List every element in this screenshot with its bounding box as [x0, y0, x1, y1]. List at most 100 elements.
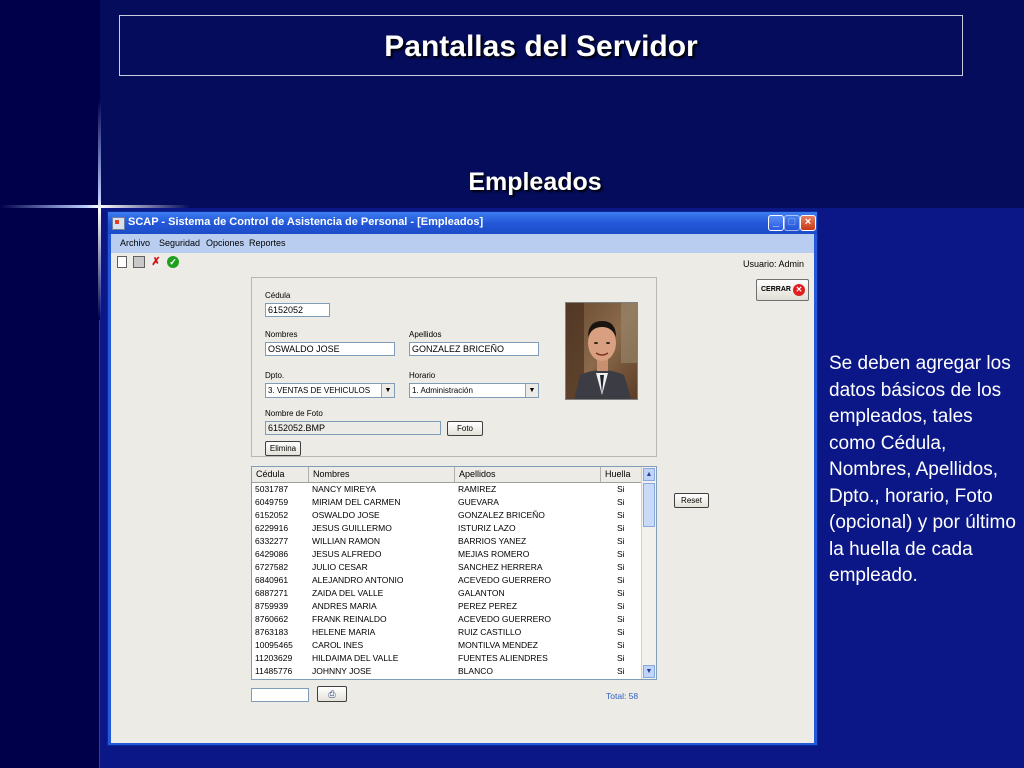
- slide-title-box: Pantallas del Servidor: [119, 15, 963, 76]
- cell-nombres: NANCY MIREYA: [312, 484, 376, 494]
- table-row[interactable]: 8763183 HELENE MARIA RUIZ CASTILLO Si: [252, 626, 643, 639]
- scroll-up-icon[interactable]: ▲: [643, 468, 655, 481]
- app-icon: [112, 217, 125, 230]
- cell-apellidos: GONZALEZ BRICEÑO: [458, 510, 545, 520]
- cell-cedula: 6887271: [255, 588, 289, 598]
- current-user: Usuario: Admin: [742, 259, 804, 269]
- background-left: [0, 0, 100, 768]
- foto-label: Nombre de Foto: [265, 409, 323, 418]
- cell-nombres: JOHNNY JOSE: [312, 666, 372, 676]
- toolbar: ✗ ✓ Usuario: Admin: [111, 253, 814, 273]
- dpto-label: Dpto.: [265, 371, 285, 380]
- table-row[interactable]: 6429086 JESUS ALFREDO MEJIAS ROMERO Si: [252, 548, 643, 561]
- foto-button[interactable]: Foto: [447, 421, 483, 436]
- app-window: SCAP - Sistema de Control de Asistencia …: [107, 211, 818, 746]
- horario-select[interactable]: 1. Administración ▼: [409, 383, 539, 398]
- employee-photo: [565, 302, 638, 400]
- column-header-cedula[interactable]: Cédula: [252, 467, 309, 482]
- table-row[interactable]: 10095465 CAROL INES MONTILVA MENDEZ Si: [252, 639, 643, 652]
- cell-cedula: 11203629: [255, 653, 293, 663]
- menu-seguridad[interactable]: Seguridad: [159, 238, 200, 248]
- cell-apellidos: BARRIOS YANEZ: [458, 536, 527, 546]
- delete-icon[interactable]: ✗: [150, 256, 162, 268]
- scroll-thumb[interactable]: [643, 483, 655, 527]
- cell-nombres: MIRIAM DEL CARMEN: [312, 497, 401, 507]
- table-row[interactable]: 8759939 ANDRES MARIA PEREZ PEREZ Si: [252, 600, 643, 613]
- employees-grid: Cédula Nombres Apellidos Huella 5031787 N…: [251, 466, 657, 680]
- elimina-button[interactable]: Elimina: [265, 441, 301, 456]
- table-row[interactable]: 6049759 MIRIAM DEL CARMEN GUEVARA Si: [252, 496, 643, 509]
- cell-nombres: JULIO CESAR: [312, 562, 368, 572]
- cedula-label: Cédula: [265, 291, 291, 300]
- maximize-button[interactable]: □: [784, 215, 800, 231]
- dpto-select[interactable]: 3. VENTAS DE VEHICULOS ▼: [265, 383, 395, 398]
- table-row[interactable]: 8760662 FRANK REINALDO ACEVEDO GUERRERO Si: [252, 613, 643, 626]
- horario-select-value: 1. Administración: [412, 386, 473, 395]
- save-icon[interactable]: [133, 256, 145, 268]
- table-row[interactable]: 6887271 ZAIDA DEL VALLE GALANTON Si: [252, 587, 643, 600]
- cell-nombres: HILDAIMA DEL VALLE: [312, 653, 399, 663]
- table-row[interactable]: 5031787 NANCY MIREYA RAMIREZ Si: [252, 483, 643, 496]
- grid-scrollbar[interactable]: ▲ ▼: [641, 467, 656, 679]
- chevron-down-icon[interactable]: ▼: [381, 384, 394, 397]
- menu-reportes[interactable]: Reportes: [249, 238, 286, 248]
- nombres-field[interactable]: OSWALDO JOSE: [265, 342, 395, 356]
- cell-cedula: 6049759: [255, 497, 289, 507]
- cell-apellidos: ACEVEDO GUERRERO: [458, 614, 552, 624]
- close-window-button[interactable]: ×: [800, 215, 816, 231]
- cell-apellidos: PEREZ PEREZ: [458, 601, 518, 611]
- cell-cedula: 6429086: [255, 549, 289, 559]
- cell-cedula: 5031787: [255, 484, 289, 494]
- cell-apellidos: MONTILVA MENDEZ: [458, 640, 538, 650]
- cell-cedula: 6229916: [255, 523, 289, 533]
- decor-line: [99, 320, 100, 768]
- new-icon[interactable]: [117, 256, 127, 268]
- table-row[interactable]: 6332277 WILLIAN RAMON BARRIOS YANEZ Si: [252, 535, 643, 548]
- horario-label: Horario: [409, 371, 436, 380]
- minimize-button[interactable]: _: [768, 215, 784, 231]
- column-header-apellidos[interactable]: Apellidos: [455, 467, 601, 482]
- scroll-down-icon[interactable]: ▼: [643, 665, 655, 678]
- table-row[interactable]: 6152052 OSWALDO JOSE GONZALEZ BRICEÑO Si: [252, 509, 643, 522]
- cell-nombres: CAROL INES: [312, 640, 364, 650]
- cell-cedula: 6152052: [255, 510, 289, 520]
- cell-apellidos: FUENTES ALIENDRES: [458, 653, 548, 663]
- foto-field[interactable]: 6152052.BMP: [265, 421, 441, 435]
- search-input[interactable]: [251, 688, 309, 702]
- cerrar-button[interactable]: CERRAR ✕: [756, 279, 809, 301]
- table-row[interactable]: 6840961 ALEJANDRO ANTONIO ACEVEDO GUERRERO…: [252, 574, 643, 587]
- column-header-nombres[interactable]: Nombres: [309, 467, 455, 482]
- menu-opciones[interactable]: Opciones: [206, 238, 244, 248]
- apellidos-label: Apellidos: [409, 330, 442, 339]
- chevron-down-icon[interactable]: ▼: [525, 384, 538, 397]
- cell-nombres: WILLIAN RAMON: [312, 536, 381, 546]
- check-icon[interactable]: ✓: [167, 256, 179, 268]
- cell-apellidos: ACEVEDO GUERRERO: [458, 575, 552, 585]
- cell-cedula: 6727582: [255, 562, 289, 572]
- cell-nombres: ANDRES MARIA: [312, 601, 377, 611]
- cell-cedula: 8763183: [255, 627, 289, 637]
- cell-nombres: HELENE MARIA: [312, 627, 376, 637]
- table-row[interactable]: 11203629 HILDAIMA DEL VALLE FUENTES ALIEND…: [252, 652, 643, 665]
- table-row[interactable]: 11485776 JOHNNY JOSE BLANCO Si: [252, 665, 643, 678]
- cell-cedula: 8759939: [255, 601, 289, 611]
- menu-archivo[interactable]: Archivo: [120, 238, 150, 248]
- cedula-field[interactable]: 6152052: [265, 303, 330, 317]
- cell-nombres: ALEJANDRO ANTONIO: [312, 575, 404, 585]
- cell-nombres: JESUS GUILLERMO: [312, 523, 392, 533]
- column-header-huella[interactable]: Huella: [601, 467, 643, 482]
- grid-header: Cédula Nombres Apellidos Huella: [252, 467, 643, 483]
- apellidos-field[interactable]: GONZALEZ BRICEÑO: [409, 342, 539, 356]
- cell-apellidos: SANCHEZ HERRERA: [458, 562, 543, 572]
- search-button[interactable]: ⎙: [317, 686, 347, 702]
- cell-cedula: 6840961: [255, 575, 289, 585]
- cell-apellidos: BLANCO: [458, 666, 493, 676]
- cell-apellidos: GUEVARA: [458, 497, 499, 507]
- table-row[interactable]: 6727582 JULIO CESAR SANCHEZ HERRERA Si: [252, 561, 643, 574]
- cell-nombres: FRANK REINALDO: [312, 614, 387, 624]
- window-titlebar[interactable]: SCAP - Sistema de Control de Asistencia …: [108, 212, 817, 234]
- table-row[interactable]: 6229916 JESUS GUILLERMO ISTURIZ LAZO Si: [252, 522, 643, 535]
- client-area: Cédula 6152052 Nombres OSWALDO JOSE Apel…: [111, 272, 814, 743]
- cerrar-label: CERRAR: [761, 286, 791, 293]
- reset-button[interactable]: Reset: [674, 493, 709, 508]
